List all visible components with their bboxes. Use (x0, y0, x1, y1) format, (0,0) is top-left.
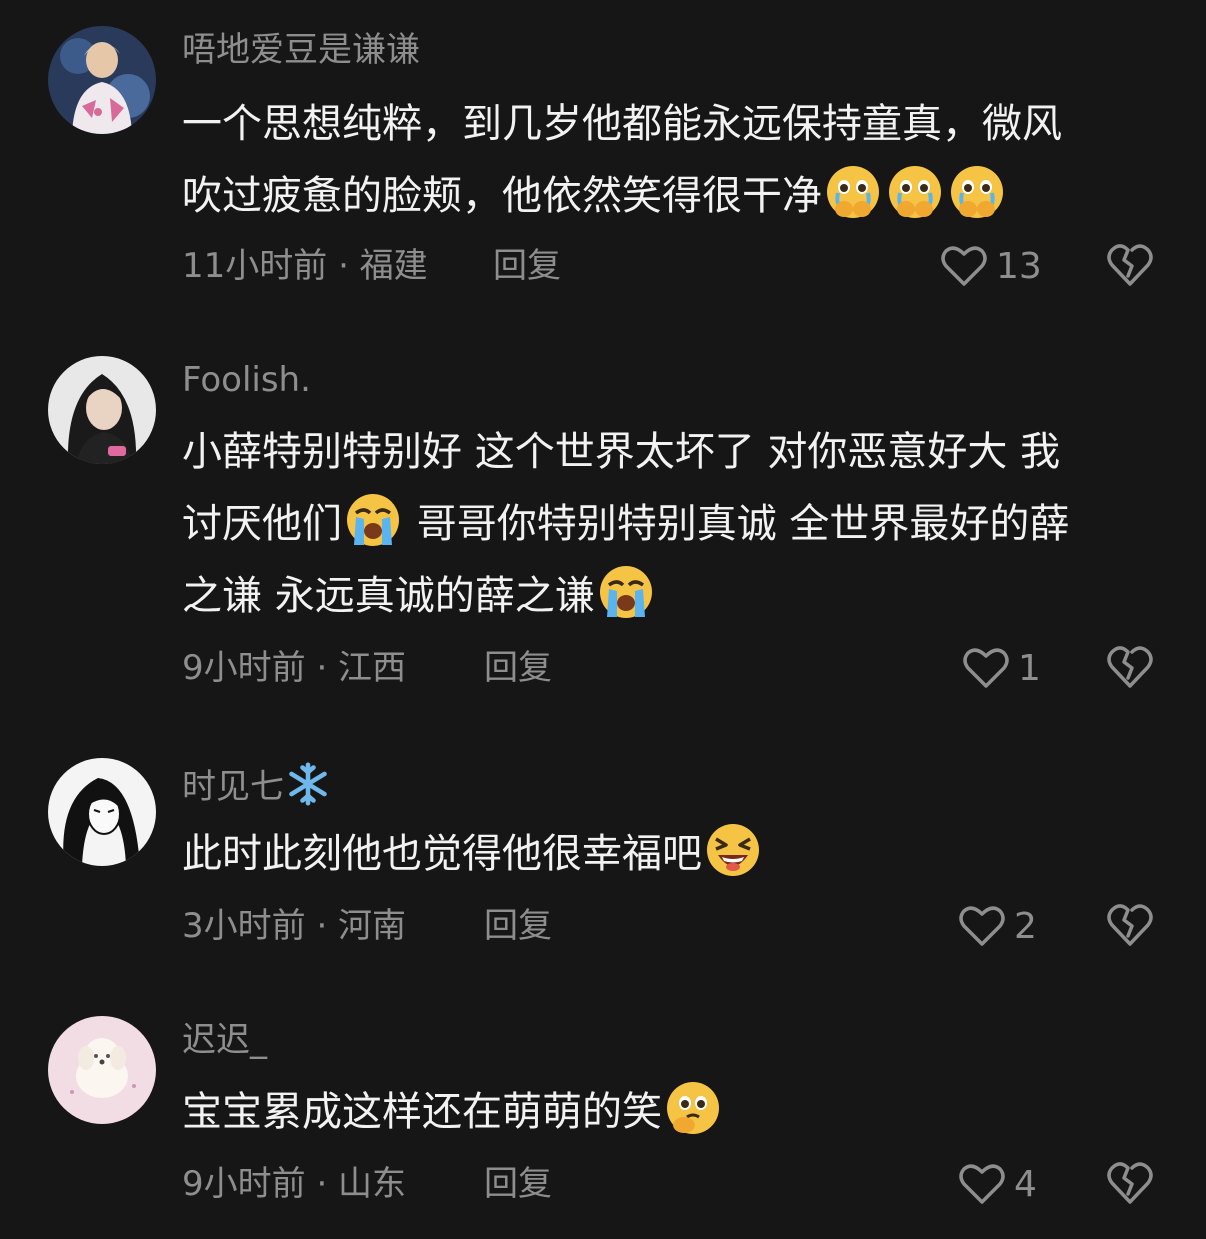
username[interactable]: Foolish. (182, 360, 311, 400)
comment-line-text: 讨厌他们 (182, 501, 342, 547)
like-button[interactable]: 13 (940, 242, 1042, 290)
comment-line: 之谦 永远真诚的薛之谦 (182, 560, 1172, 632)
username[interactable]: 唔地爱豆是谦谦 (182, 30, 420, 70)
broken-heart-icon (1107, 1162, 1153, 1204)
username[interactable]: 时见七 (182, 762, 332, 807)
comment-line-text: 宝宝累成这样还在萌萌的笑 (182, 1089, 662, 1135)
comment-time-location: 9小时前 · 山东 (182, 1164, 407, 1204)
comment-time-location: 9小时前 · 江西 (182, 648, 407, 688)
avatar[interactable] (48, 26, 156, 134)
like-count: 13 (996, 245, 1042, 287)
comment-line: 小薛特别特别好 这个世界太坏了 对你恶意好大 我 (182, 429, 1061, 475)
like-count: 2 (1014, 905, 1037, 947)
dislike-button[interactable] (1106, 1160, 1154, 1206)
reply-button[interactable]: 回复 (484, 904, 552, 948)
like-button[interactable]: 1 (962, 644, 1041, 692)
dislike-button[interactable] (1106, 644, 1154, 690)
reply-button[interactable]: 回复 (493, 244, 561, 288)
comment-line: 宝宝累成这样还在萌萌的笑 (182, 1076, 1172, 1148)
comment-text: 小薛特别特别好 这个世界太坏了 对你恶意好大 我 讨厌他们 哥哥你特别特别真诚 … (182, 416, 1172, 632)
dislike-button[interactable] (1106, 242, 1154, 288)
comment-line-text: 此时此刻他也觉得他很幸福吧 (182, 831, 702, 877)
like-button[interactable]: 4 (958, 1160, 1037, 1208)
broken-heart-icon (1107, 244, 1153, 286)
like-button[interactable]: 2 (958, 902, 1037, 950)
comment-line-text: 哥哥你特别特别真诚 全世界最好的薛 (404, 501, 1070, 547)
heart-icon (959, 906, 1005, 946)
laughing-crying-face-icon (704, 821, 762, 879)
pleading-hand-face-icon (664, 1079, 722, 1137)
pleading-face-hands-icon (886, 163, 944, 221)
dislike-button[interactable] (1106, 902, 1154, 948)
broken-heart-icon (1107, 646, 1153, 688)
loudly-crying-face-icon (344, 491, 402, 549)
comment-line: 此时此刻他也觉得他很幸福吧 (182, 818, 1172, 890)
like-count: 4 (1014, 1163, 1037, 1205)
comment-time-location: 11小时前 · 福建 (182, 246, 428, 286)
reply-button[interactable]: 回复 (484, 646, 552, 690)
pleading-face-hands-icon (948, 163, 1006, 221)
username-text: 时见七 (182, 767, 284, 807)
heart-icon (959, 1164, 1005, 1204)
comment-line: 吹过疲惫的脸颊，他依然笑得很干净 (182, 160, 1172, 232)
comment-text: 宝宝累成这样还在萌萌的笑 (182, 1076, 1172, 1148)
comment-line-text: 吹过疲惫的脸颊，他依然笑得很干净 (182, 173, 822, 219)
comment-text: 此时此刻他也觉得他很幸福吧 (182, 818, 1172, 890)
like-count: 1 (1018, 647, 1041, 689)
loudly-crying-face-icon (597, 563, 655, 621)
heart-icon (963, 648, 1009, 688)
avatar[interactable] (48, 356, 156, 464)
broken-heart-icon (1107, 904, 1153, 946)
username[interactable]: 迟迟_ (182, 1020, 267, 1060)
avatar[interactable] (48, 1016, 156, 1124)
heart-icon (941, 246, 987, 286)
comment-line: 讨厌他们 哥哥你特别特别真诚 全世界最好的薛 (182, 488, 1172, 560)
comment-time-location: 3小时前 · 河南 (182, 906, 407, 946)
avatar[interactable] (48, 758, 156, 866)
reply-button[interactable]: 回复 (484, 1162, 552, 1206)
snowflake-icon (284, 762, 332, 806)
comment-line-text: 之谦 永远真诚的薛之谦 (182, 573, 595, 619)
comment-text: 一个思想纯粹，到几岁他都能永远保持童真，微风 吹过疲惫的脸颊，他依然笑得很干净 (182, 88, 1172, 232)
comment-line: 一个思想纯粹，到几岁他都能永远保持童真，微风 (182, 101, 1062, 147)
pleading-face-hands-icon (824, 163, 882, 221)
